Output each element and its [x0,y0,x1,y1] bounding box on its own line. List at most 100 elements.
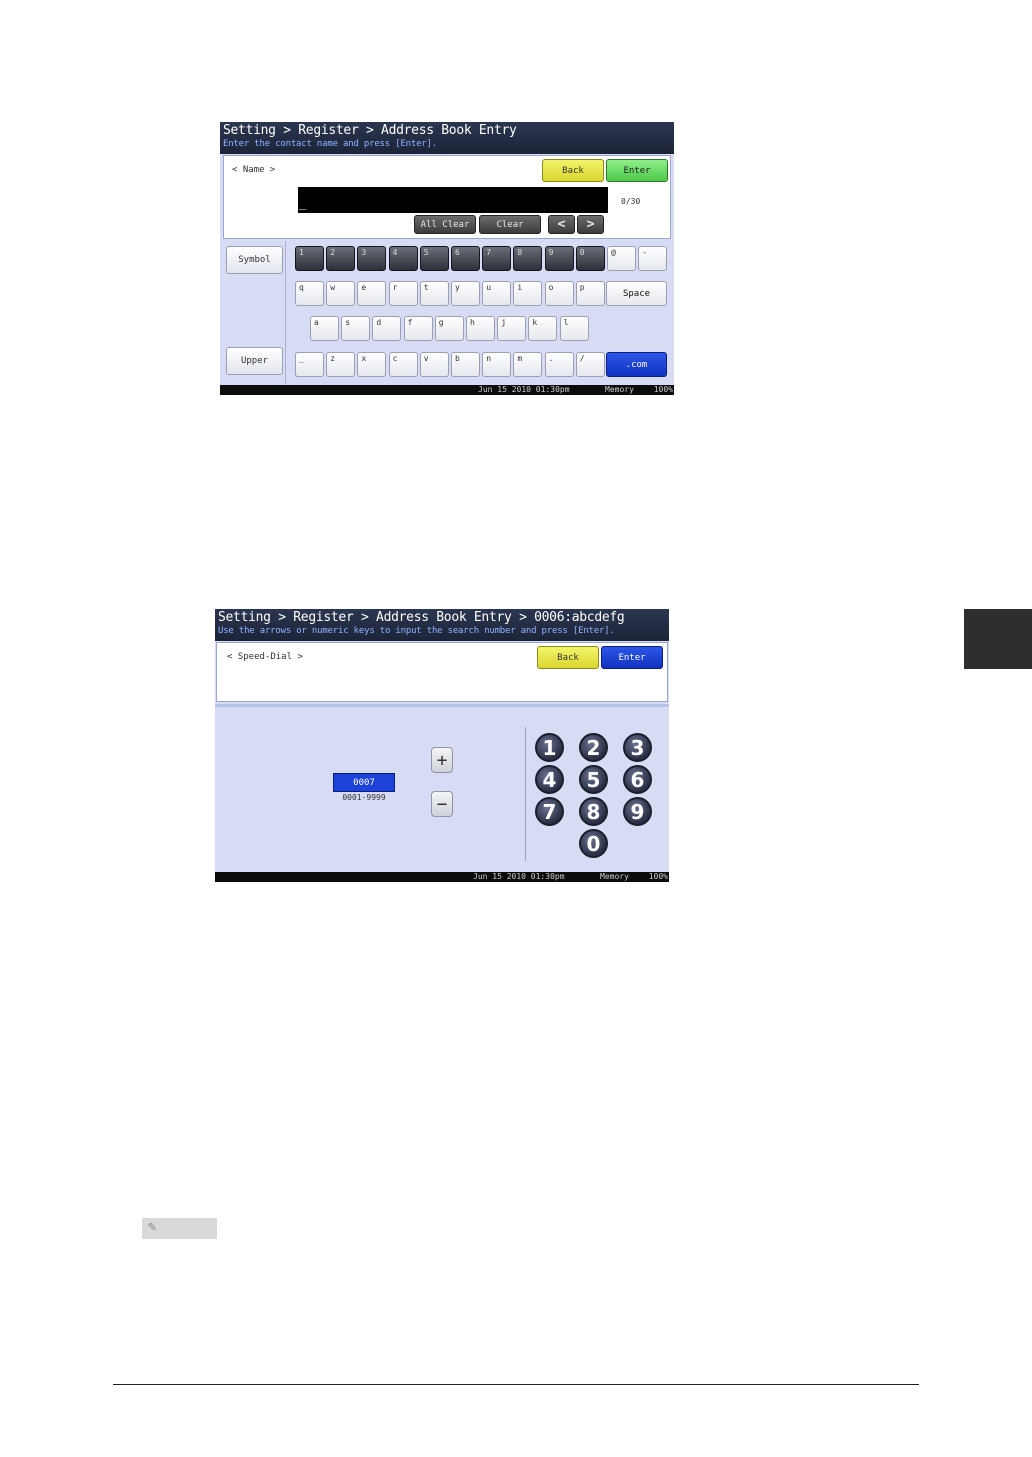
letter-key[interactable]: w [326,281,356,306]
status-memory-percent: 100% [648,872,668,881]
back-button[interactable]: Back [537,646,599,669]
decrement-button[interactable]: − [431,791,453,817]
status-bar: Jun 15 2010 01:30pm Memory 100% [215,872,669,882]
letter-key[interactable]: a [310,316,339,341]
chevron-left-icon: < [557,217,566,232]
letter-key[interactable]: o [544,281,574,306]
chapter-tab [964,609,1032,669]
letter-key[interactable]: d [372,316,402,341]
keypad-4-button[interactable]: 4 [535,765,564,794]
chevron-right-icon: > [586,217,595,232]
name-entry-panel: < Name > Back Enter _ 0/30 All Clear Cle… [223,155,671,239]
letter-key[interactable]: c [388,352,418,377]
back-button[interactable]: Back [542,159,604,182]
letter-key[interactable]: / [575,352,605,377]
plus-icon: + [436,749,448,771]
letter-key[interactable]: p [575,281,605,306]
space-key[interactable]: Space [606,281,667,306]
dotcom-key[interactable]: .com [606,352,667,377]
keypad-7-button[interactable]: 7 [535,797,564,826]
letter-key[interactable]: r [388,281,418,306]
letter-key[interactable]: k [528,316,558,341]
letter-key[interactable]: e [357,281,387,306]
symbol-button[interactable]: Symbol [226,246,283,274]
name-field-label: < Name > [232,165,276,175]
status-datetime: Jun 15 2010 01:30pm [478,385,570,394]
keypad-8-button[interactable]: 8 [579,797,608,826]
letter-key[interactable]: j [497,316,527,341]
letter-key[interactable]: l [559,316,589,341]
cursor-right-button[interactable]: > [577,215,604,234]
status-memory-label: Memory [605,385,634,394]
enter-button[interactable]: Enter [606,159,668,182]
letter-key[interactable]: s [341,316,371,341]
letter-key[interactable]: n [482,352,512,377]
instruction-text: Enter the contact name and press [Enter]… [223,139,437,149]
symbol-key[interactable]: - [638,246,668,271]
speed-dial-label: < Speed-Dial > [227,652,303,662]
speed-dial-body: 0007 0001-9999 + − 123 456 7890 [215,704,669,872]
letter-key[interactable]: m [513,352,543,377]
letter-key[interactable]: q [295,281,324,306]
number-key[interactable]: 1 [295,246,324,271]
letter-key[interactable]: v [419,352,449,377]
name-input[interactable]: _ [298,187,608,213]
character-counter: 0/30 [621,197,641,206]
letter-key[interactable]: b [451,352,480,377]
speed-dial-number[interactable]: 0007 [333,773,395,792]
letter-key[interactable]: h [466,316,495,341]
screen-header: Setting > Register > Address Book Entry … [215,609,669,641]
number-key[interactable]: 2 [326,246,356,271]
speed-dial-screen: Setting > Register > Address Book Entry … [215,609,669,882]
note-tag: ✎ [142,1218,217,1239]
minus-icon: − [436,793,448,815]
keypad-9-button[interactable]: 9 [623,797,652,826]
screen-header: Setting > Register > Address Book Entry … [220,122,674,154]
keyboard-mode-column: Symbol Upper [220,241,286,385]
number-key[interactable]: 9 [544,246,574,271]
footer-rule [113,1384,919,1385]
status-memory-percent: 100% [653,385,673,394]
number-key[interactable]: 5 [419,246,449,271]
letter-key[interactable]: x [357,352,387,377]
letter-key[interactable]: f [403,316,433,341]
number-key[interactable]: 3 [357,246,387,271]
speed-dial-range: 0001-9999 [342,793,386,802]
upper-button[interactable]: Upper [226,347,283,375]
status-memory-label: Memory [600,872,629,881]
status-bar: Jun 15 2010 01:30pm Memory 100% [220,385,674,395]
number-key[interactable]: 6 [451,246,480,271]
keypad-0-button[interactable]: 0 [579,829,608,858]
speed-dial-panel: < Speed-Dial > Back Enter [216,642,668,702]
clear-button[interactable]: Clear [479,215,541,234]
status-datetime: Jun 15 2010 01:30pm [473,872,565,881]
letter-key[interactable]: . [544,352,574,377]
all-clear-button[interactable]: All Clear [414,215,476,234]
instruction-text: Use the arrows or numeric keys to input … [218,626,615,636]
number-key[interactable]: 8 [513,246,543,271]
enter-button[interactable]: Enter [601,646,663,669]
number-key[interactable]: 4 [388,246,418,271]
number-key[interactable]: 7 [482,246,512,271]
letter-key[interactable]: _ [295,352,324,377]
breadcrumb-title: Setting > Register > Address Book Entry [223,123,517,138]
cursor-left-button[interactable]: < [548,215,575,234]
address-book-name-screen: Setting > Register > Address Book Entry … [220,122,674,395]
pencil-note-icon: ✎ [148,1219,157,1235]
keypad-2-button[interactable]: 2 [579,733,608,762]
keypad-3-button[interactable]: 3 [623,733,652,762]
letter-key[interactable]: y [451,281,480,306]
keypad-5-button[interactable]: 5 [579,765,608,794]
increment-button[interactable]: + [431,747,453,773]
number-key[interactable]: 0 [575,246,605,271]
letter-key[interactable]: i [513,281,543,306]
keypad-6-button[interactable]: 6 [623,765,652,794]
symbol-key[interactable]: @ [607,246,636,271]
letter-key[interactable]: z [326,352,356,377]
letter-key[interactable]: u [482,281,512,306]
keypad-divider [525,727,526,861]
letter-key[interactable]: g [434,316,464,341]
keypad-1-button[interactable]: 1 [535,733,564,762]
keyboard-area: Symbol Upper 1 2 3 4 5 6 7 8 9 0 @ - q w e r t y u i o p a s d f g… [220,241,674,385]
letter-key[interactable]: t [419,281,449,306]
